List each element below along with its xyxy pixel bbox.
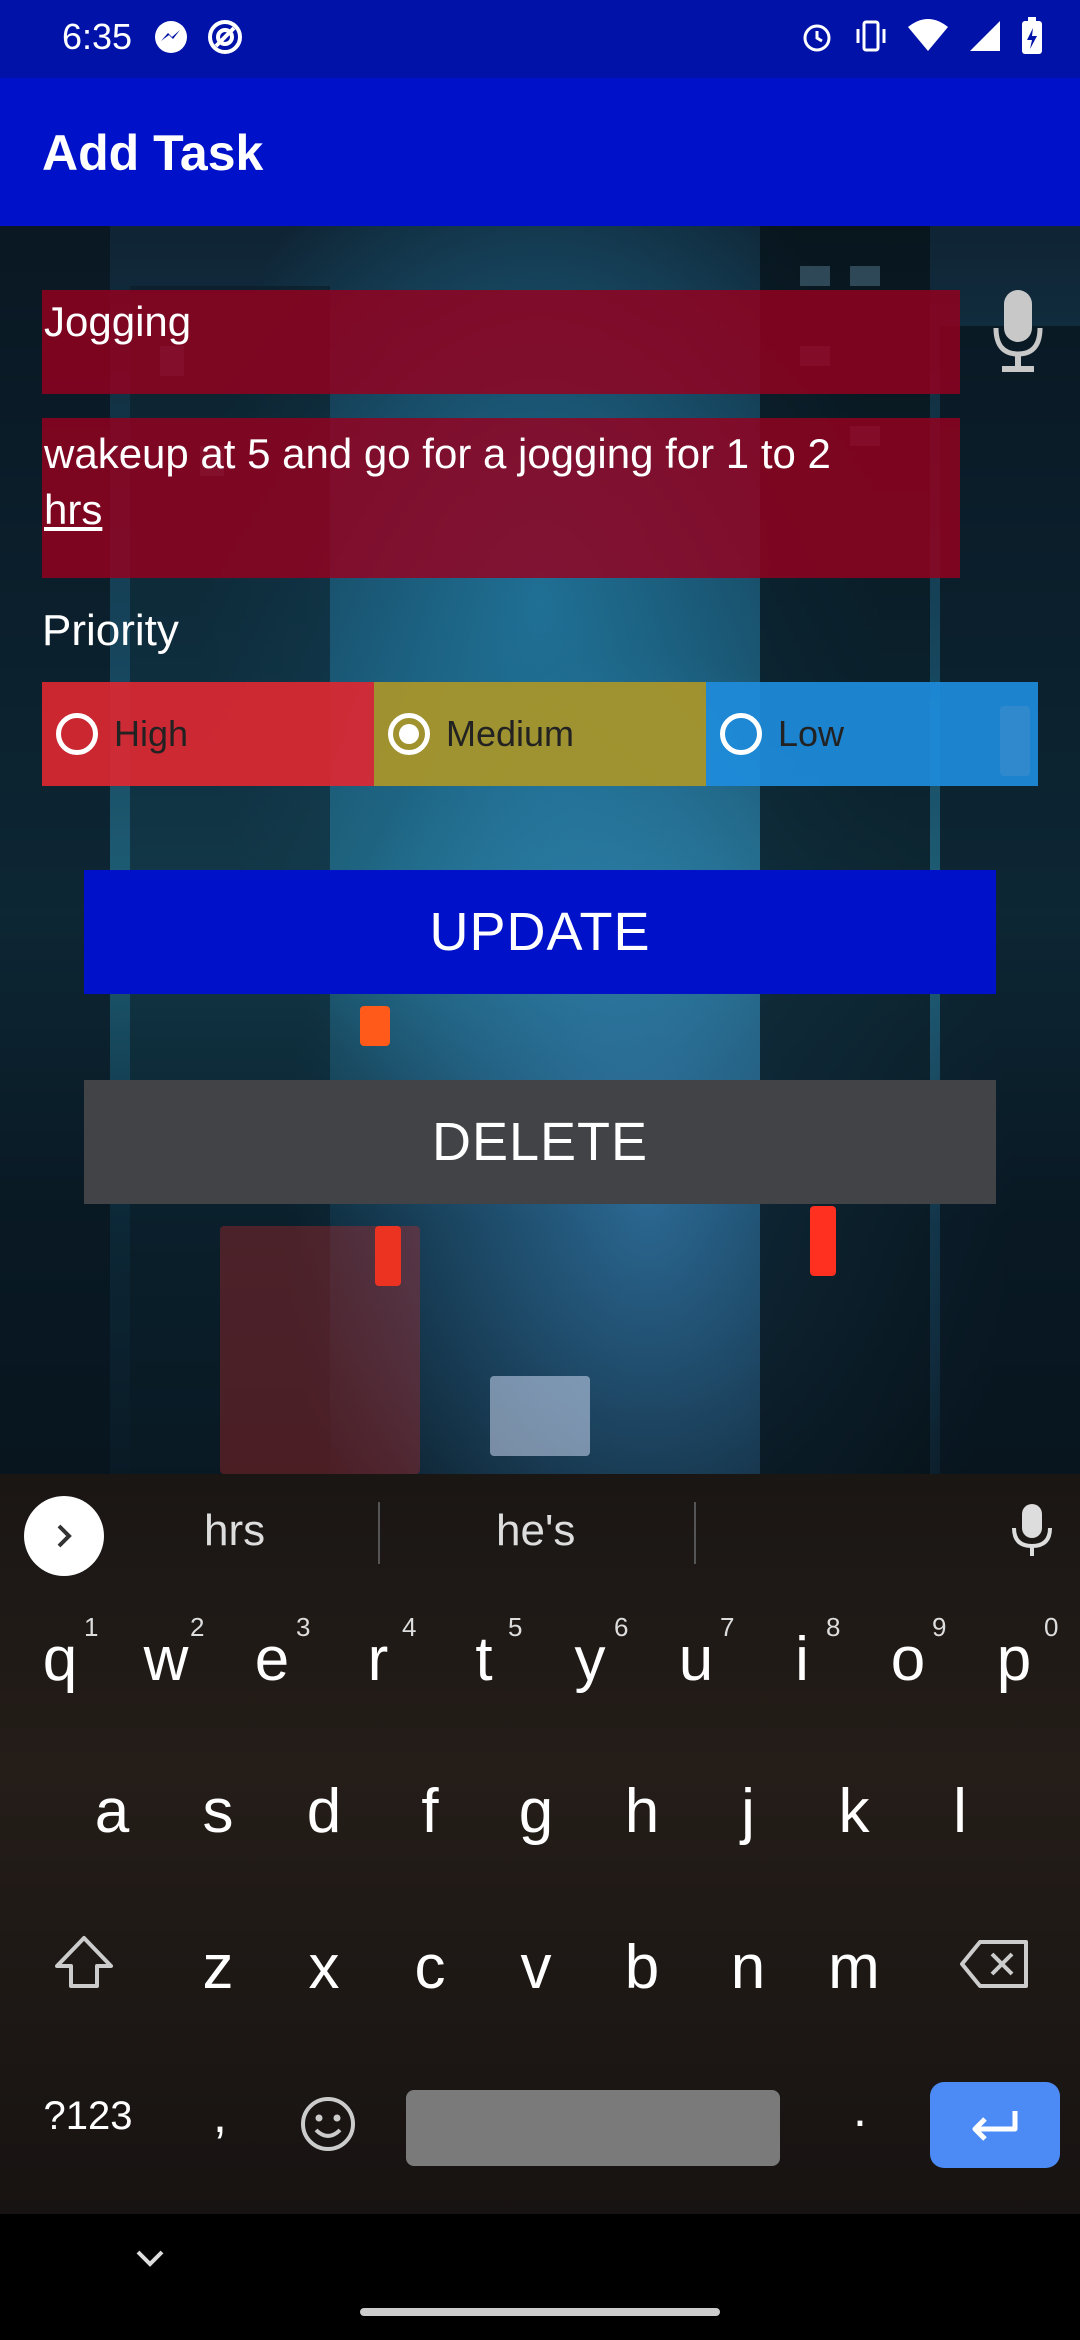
page-title: Add Task xyxy=(42,125,264,181)
wifi-icon xyxy=(906,17,950,60)
status-bar: 6:35 xyxy=(0,0,1080,78)
key-hint-6: 6 xyxy=(614,1612,629,1642)
home-gesture-handle[interactable] xyxy=(360,2308,720,2316)
priority-low-option[interactable]: Low xyxy=(706,682,1038,786)
task-description-line-2: hrs xyxy=(44,486,103,533)
soft-keyboard: hrs he's q w e r t y u i o p 1 2 3 4 5 6… xyxy=(0,1474,1080,2214)
battery-icon xyxy=(1020,16,1044,61)
space-key[interactable] xyxy=(406,2090,780,2166)
alarm-icon xyxy=(798,17,836,60)
status-time: 6:35 xyxy=(62,16,133,57)
key-d[interactable]: d xyxy=(284,1776,364,1847)
enter-icon xyxy=(972,2111,1018,2141)
key-l[interactable]: l xyxy=(920,1776,1000,1847)
hide-keyboard-button[interactable] xyxy=(132,2244,168,2279)
key-hint-7: 7 xyxy=(720,1612,735,1642)
suggestion-bar: hrs he's xyxy=(0,1474,1080,1590)
key-hint-9: 9 xyxy=(932,1612,947,1642)
key-z[interactable]: z xyxy=(178,1932,258,2003)
key-h[interactable]: h xyxy=(602,1776,682,1847)
delete-button[interactable]: DELETE xyxy=(84,1080,996,1204)
backspace-icon xyxy=(960,1940,1028,1988)
key-g[interactable]: g xyxy=(496,1776,576,1847)
key-b[interactable]: b xyxy=(602,1932,682,2003)
enter-key[interactable] xyxy=(930,2082,1060,2168)
key-k[interactable]: k xyxy=(814,1776,894,1847)
messenger-icon xyxy=(152,18,190,61)
emoji-icon xyxy=(301,2097,355,2151)
navigation-bar xyxy=(0,2214,1080,2340)
key-hint-2: 2 xyxy=(190,1612,205,1642)
chevron-right-icon xyxy=(57,1524,72,1548)
radio-checked-icon[interactable] xyxy=(388,713,430,755)
symbols-key[interactable]: ?123 xyxy=(28,2094,148,2139)
microphone-icon[interactable] xyxy=(990,288,1046,374)
task-form-content: Jogging wakeup at 5 and go for a jogging… xyxy=(0,226,1080,1474)
emoji-key[interactable] xyxy=(288,2094,368,2169)
key-hint-3: 3 xyxy=(296,1612,311,1642)
cell-signal-icon xyxy=(966,17,1004,60)
key-m[interactable]: m xyxy=(814,1932,894,2003)
period-key[interactable]: . xyxy=(820,2080,900,2138)
suggestion-1[interactable]: hrs xyxy=(204,1506,265,1556)
key-f[interactable]: f xyxy=(390,1776,470,1847)
priority-radio-group: High Medium Low xyxy=(42,682,1038,786)
key-s[interactable]: s xyxy=(178,1776,258,1847)
update-button[interactable]: UPDATE xyxy=(84,870,996,994)
priority-low-label: Low xyxy=(778,713,845,754)
task-description-line-1: wakeup at 5 and go for a jogging for 1 t… xyxy=(44,430,831,477)
radio-unchecked-icon[interactable] xyxy=(720,713,762,755)
vibrate-icon xyxy=(852,17,890,60)
key-hint-0: 0 xyxy=(1044,1612,1059,1642)
suggestion-divider xyxy=(378,1502,380,1564)
chevron-down-icon xyxy=(136,2250,164,2267)
key-p[interactable]: p xyxy=(974,1624,1054,1695)
key-hint-4: 4 xyxy=(402,1612,417,1642)
radio-unchecked-icon[interactable] xyxy=(56,713,98,755)
key-a[interactable]: a xyxy=(72,1776,152,1847)
task-title-input[interactable]: Jogging xyxy=(42,290,960,394)
voice-input-icon[interactable] xyxy=(1010,1502,1054,1563)
priority-label: Priority xyxy=(42,606,179,655)
priority-high-label: High xyxy=(114,713,189,754)
comma-key[interactable]: , xyxy=(180,2086,260,2144)
signal-app-icon xyxy=(206,18,244,61)
priority-high-option[interactable]: High xyxy=(42,682,374,786)
task-title-value: Jogging xyxy=(44,298,192,345)
suggestion-2[interactable]: he's xyxy=(496,1506,575,1556)
key-j[interactable]: j xyxy=(708,1776,788,1847)
expand-toolbar-button[interactable] xyxy=(24,1496,104,1576)
key-hint-8: 8 xyxy=(826,1612,841,1642)
key-hint-5: 5 xyxy=(508,1612,523,1642)
priority-medium-option[interactable]: Medium xyxy=(374,682,706,786)
suggestion-divider xyxy=(694,1502,696,1564)
key-n[interactable]: n xyxy=(708,1932,788,2003)
key-v[interactable]: v xyxy=(496,1932,576,2003)
backspace-key[interactable] xyxy=(950,1936,1040,2007)
shift-key[interactable] xyxy=(44,1932,124,2007)
priority-medium-label: Medium xyxy=(446,713,575,754)
key-hint-1: 1 xyxy=(84,1612,99,1642)
key-x[interactable]: x xyxy=(284,1932,364,2003)
shift-icon xyxy=(55,1936,113,1988)
app-bar: Add Task xyxy=(0,78,1080,226)
task-description-input[interactable]: wakeup at 5 and go for a jogging for 1 t… xyxy=(42,418,960,578)
key-c[interactable]: c xyxy=(390,1932,470,2003)
